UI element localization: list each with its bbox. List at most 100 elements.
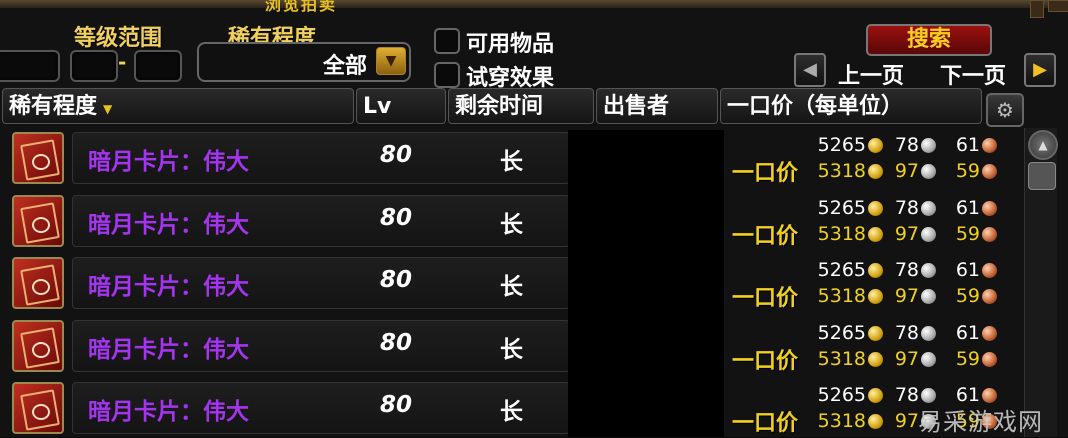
gold-coin-icon xyxy=(868,352,883,367)
level-range-label: 等级范围 xyxy=(74,26,163,51)
auction-row[interactable]: 暗月卡片：伟大 80 长 5265 78 61 一口价 5318 97 59 xyxy=(10,318,1014,376)
silver-coin-icon xyxy=(921,352,936,367)
time-left: 长 xyxy=(500,274,523,300)
buyout-silver: 97 xyxy=(894,223,919,245)
watermark: 易采游戏网 xyxy=(918,408,1043,436)
gear-icon[interactable]: ⚙ xyxy=(986,93,1024,127)
buyout-silver: 97 xyxy=(894,160,919,182)
level-separator: - xyxy=(118,50,127,74)
search-button[interactable]: 搜索 xyxy=(866,24,992,56)
darkmoon-card-icon[interactable] xyxy=(12,320,64,372)
copper-coin-icon xyxy=(982,263,997,278)
bid-silver: 78 xyxy=(894,197,919,219)
buyout-copper: 59 xyxy=(955,348,980,370)
buyout-price: 5318 97 59 xyxy=(814,348,1010,370)
level-min-input[interactable] xyxy=(70,50,118,82)
copper-coin-icon xyxy=(982,326,997,341)
bid-silver: 78 xyxy=(894,134,919,156)
time-left: 长 xyxy=(500,337,523,363)
buyout-label: 一口价 xyxy=(732,161,799,186)
copper-coin-icon xyxy=(982,289,997,304)
usable-items-checkbox[interactable] xyxy=(434,28,460,54)
buyout-price: 5318 97 59 xyxy=(814,223,1010,245)
name-search-input[interactable] xyxy=(0,50,60,82)
preview-checkbox[interactable] xyxy=(434,62,460,88)
time-left: 长 xyxy=(500,399,523,425)
buyout-gold: 5318 xyxy=(817,285,866,307)
gold-coin-icon xyxy=(868,164,883,179)
bid-gold: 5265 xyxy=(817,197,866,219)
gold-coin-icon xyxy=(868,138,883,153)
buyout-silver: 97 xyxy=(894,285,919,307)
bid-price: 5265 78 61 xyxy=(814,134,1010,156)
col-header-rarity[interactable]: 稀有程度 ▼ xyxy=(2,88,354,124)
buyout-label: 一口价 xyxy=(732,224,799,249)
auction-row[interactable]: 暗月卡片：伟大 80 长 5265 78 61 一口价 5318 97 59 xyxy=(10,130,1014,188)
col-header-time-left-label: 剩余时间 xyxy=(455,94,544,119)
next-page-button[interactable]: ▶ xyxy=(1024,53,1056,87)
col-header-lv[interactable]: Lv xyxy=(356,88,446,124)
copper-coin-icon xyxy=(982,164,997,179)
col-header-buyout[interactable]: 一口价（每单位） xyxy=(720,88,982,124)
auction-row[interactable]: 暗月卡片：伟大 80 长 5265 78 61 一口价 5318 97 59 xyxy=(10,255,1014,313)
prev-page-label: 上一页 xyxy=(838,64,905,89)
col-header-lv-label: Lv xyxy=(363,94,392,119)
bid-copper: 61 xyxy=(955,322,980,344)
arrow-right-icon: ▶ xyxy=(1033,59,1047,80)
item-level: 80 xyxy=(380,392,413,418)
buyout-silver: 97 xyxy=(894,348,919,370)
buyout-label: 一口价 xyxy=(732,286,799,311)
silver-coin-icon xyxy=(921,326,936,341)
buyout-gold: 5318 xyxy=(817,348,866,370)
item-name[interactable]: 暗月卡片：伟大 xyxy=(88,267,249,301)
buyout-gold: 5318 xyxy=(817,410,866,432)
silver-coin-icon xyxy=(921,138,936,153)
title-bar xyxy=(0,0,1068,8)
silver-coin-icon xyxy=(921,263,936,278)
bid-copper: 61 xyxy=(955,259,980,281)
darkmoon-card-icon[interactable] xyxy=(12,257,64,309)
item-name[interactable]: 暗月卡片：伟大 xyxy=(88,392,249,426)
window-title: 浏览拍卖 xyxy=(265,0,338,14)
level-max-input[interactable] xyxy=(134,50,182,82)
item-name[interactable]: 暗月卡片：伟大 xyxy=(88,205,249,239)
chevron-down-icon[interactable]: ▼ xyxy=(376,47,406,75)
close-button[interactable] xyxy=(1048,0,1068,12)
col-header-seller[interactable]: 出售者 xyxy=(596,88,718,124)
auction-row[interactable]: 暗月卡片：伟大 80 长 5265 78 61 一口价 5318 97 59 xyxy=(10,193,1014,251)
bid-silver: 78 xyxy=(894,322,919,344)
copper-coin-icon xyxy=(982,388,997,403)
darkmoon-card-icon[interactable] xyxy=(12,382,64,434)
copper-coin-icon xyxy=(982,352,997,367)
buyout-gold: 5318 xyxy=(817,160,866,182)
auction-row[interactable]: 暗月卡片：伟大 80 长 5265 78 61 一口价 5318 97 59 xyxy=(10,380,1014,438)
col-header-time-left[interactable]: 剩余时间 xyxy=(448,88,594,124)
buyout-label: 一口价 xyxy=(732,349,799,374)
item-name[interactable]: 暗月卡片：伟大 xyxy=(88,142,249,176)
gold-coin-icon xyxy=(868,326,883,341)
darkmoon-card-icon[interactable] xyxy=(12,195,64,247)
item-name[interactable]: 暗月卡片：伟大 xyxy=(88,330,249,364)
bid-copper: 61 xyxy=(955,197,980,219)
silver-coin-icon xyxy=(921,388,936,403)
auction-window: 浏览拍卖 等级范围 - 稀有程度 全部 ▼ 可用物品 试穿效果 搜索 ◀ 上一页… xyxy=(0,0,1068,437)
bid-copper: 61 xyxy=(955,134,980,156)
item-level: 80 xyxy=(380,267,413,293)
bid-gold: 5265 xyxy=(817,384,866,406)
time-left: 长 xyxy=(500,212,523,238)
scroll-thumb[interactable] xyxy=(1028,162,1056,190)
col-header-seller-label: 出售者 xyxy=(603,94,670,119)
col-header-buyout-label: 一口价（每单位） xyxy=(727,94,904,119)
silver-coin-icon xyxy=(921,201,936,216)
gold-coin-icon xyxy=(868,388,883,403)
arrow-left-icon: ◀ xyxy=(803,59,817,80)
copper-coin-icon xyxy=(982,201,997,216)
darkmoon-card-icon[interactable] xyxy=(12,132,64,184)
sort-arrow-icon: ▼ xyxy=(103,102,113,116)
next-page-label: 下一页 xyxy=(940,64,1007,89)
prev-page-button[interactable]: ◀ xyxy=(794,53,826,87)
scroll-up-icon[interactable]: ▲ xyxy=(1028,130,1058,160)
bid-gold: 5265 xyxy=(817,259,866,281)
bid-gold: 5265 xyxy=(817,134,866,156)
rarity-dropdown[interactable]: 全部 ▼ xyxy=(197,42,411,82)
